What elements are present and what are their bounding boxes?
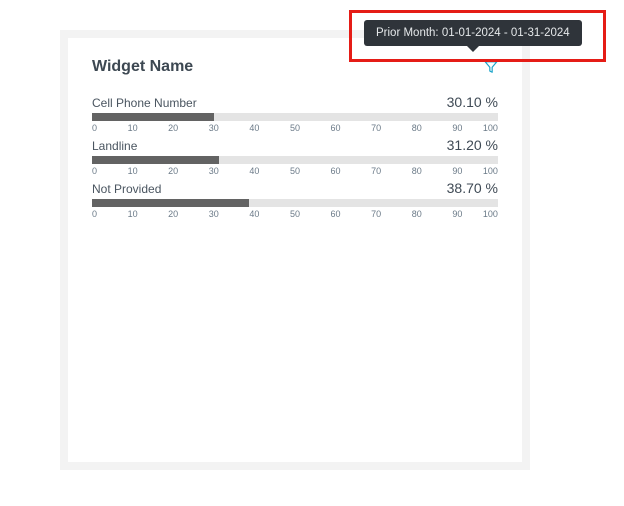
widget-card: Widget Name Cell Phone Number30.10 %0102… <box>68 38 522 462</box>
bar-value: 30.10 % <box>447 94 498 110</box>
bar-row-top: Not Provided 38.70 % <box>92 180 498 196</box>
outer-frame: Widget Name Cell Phone Number30.10 %0102… <box>60 30 530 470</box>
card-header: Widget Name <box>92 58 498 76</box>
bar-value: 31.20 % <box>447 137 498 153</box>
bars-container: Cell Phone Number30.10 %0102030405060708… <box>92 94 498 209</box>
bar-fill <box>92 156 219 164</box>
bar-row: Not Provided38.70 %010203040506070809010… <box>92 180 498 209</box>
bar-row: Landline31.20 %0102030405060708090100 <box>92 137 498 166</box>
bar-label: Landline <box>92 139 137 153</box>
filter-tooltip: Prior Month: 01-01-2024 - 01-31-2024 <box>364 20 582 46</box>
bar-track <box>92 156 498 164</box>
bar-value: 38.70 % <box>447 180 498 196</box>
bar-fill <box>92 199 249 207</box>
bar-label: Cell Phone Number <box>92 96 197 110</box>
bar-label: Not Provided <box>92 182 161 196</box>
bar-fill <box>92 113 214 121</box>
bar-row-top: Cell Phone Number 30.10 % <box>92 94 498 110</box>
filter-tooltip-text: Prior Month: 01-01-2024 - 01-31-2024 <box>376 27 570 39</box>
bar-track <box>92 113 498 121</box>
page-title: Widget Name <box>92 58 193 76</box>
bar-track <box>92 199 498 207</box>
bar-row-top: Landline 31.20 % <box>92 137 498 153</box>
filter-icon[interactable] <box>484 60 498 74</box>
bar-row: Cell Phone Number30.10 %0102030405060708… <box>92 94 498 123</box>
